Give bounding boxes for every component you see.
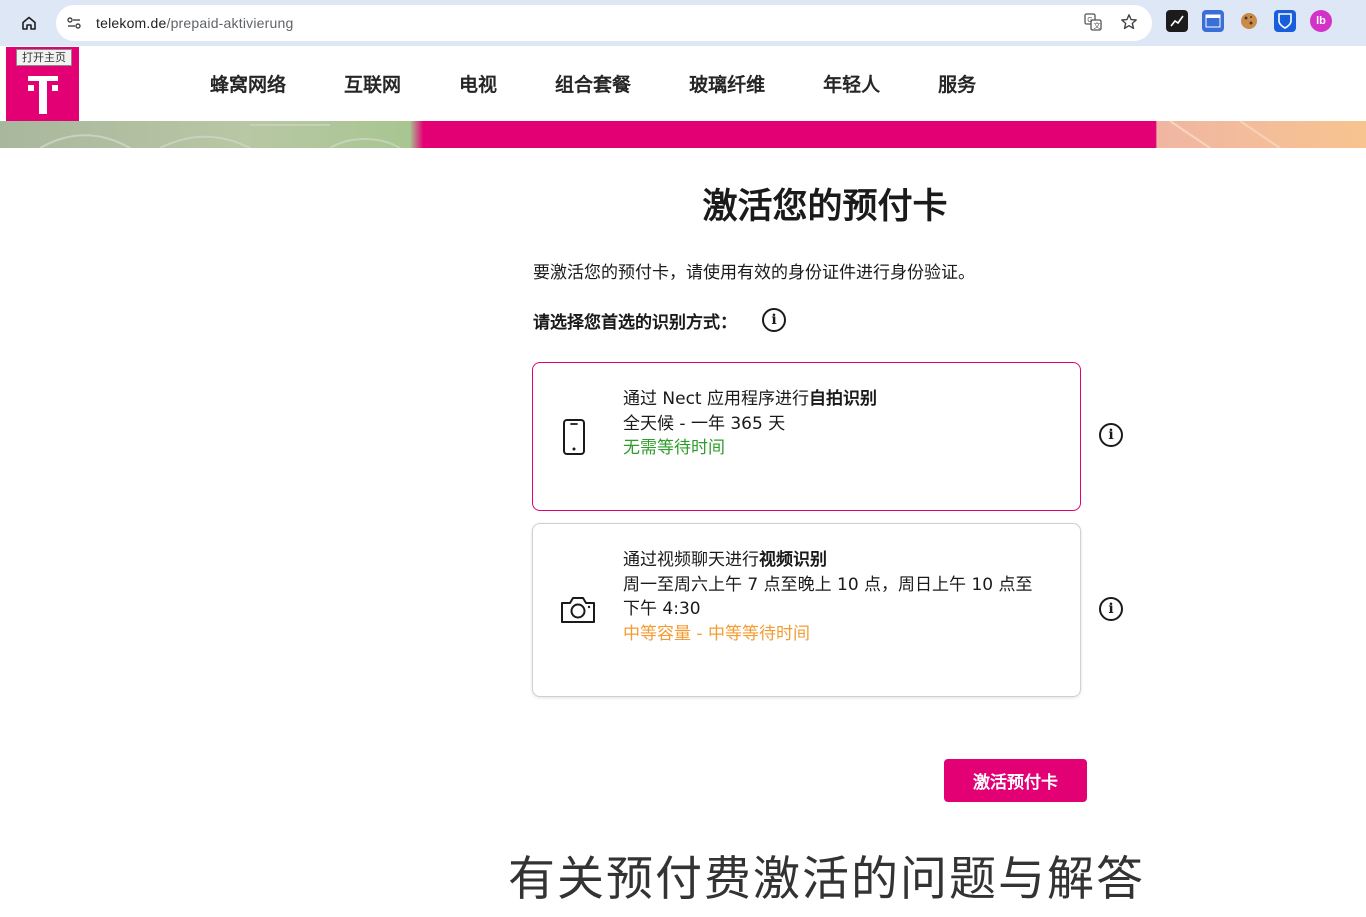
nav-internet[interactable]: 互联网 (344, 70, 401, 97)
ext-window-icon[interactable] (1202, 10, 1224, 32)
url-domain: telekom.de (96, 15, 167, 31)
svg-text:文: 文 (1094, 21, 1101, 30)
url-path: /prepaid-aktivierung (166, 15, 294, 31)
option-title-bold: 视频识别 (759, 550, 827, 570)
option-availability: 周一至周六上午 7 点至晚上 10 点，周日上午 10 点至下午 4:30 (623, 574, 1033, 620)
intro-text: 要激活您的预付卡，请使用有效的身份证件进行身份验证。 (533, 263, 975, 283)
ext-cookie-icon[interactable] (1238, 10, 1260, 32)
site-info-icon[interactable] (62, 11, 86, 35)
activate-prepaid-button[interactable]: 激活预付卡 (944, 759, 1087, 802)
option-text: 通过视频聊天进行视频识别 周一至周六上午 7 点至晚上 10 点，周日上午 10… (623, 548, 1043, 646)
banner-decoration (39, 121, 1281, 148)
smartphone-icon (563, 419, 585, 455)
ext-lb-icon[interactable]: lb (1310, 10, 1332, 32)
svg-text:G: G (1087, 17, 1092, 24)
main-nav: 蜂窝网络 互联网 电视 组合套餐 玻璃纤维 年轻人 服务 (210, 46, 1034, 121)
option-title-prefix: 通过 Nect 应用程序进行 (623, 389, 809, 409)
option-title-bold: 自拍识别 (809, 389, 877, 409)
hero-banner-stripe (0, 121, 1366, 148)
ext-chart-icon[interactable] (1166, 10, 1188, 32)
faq-heading: 有关预付费激活的问题与解答 (508, 852, 1145, 907)
logo-tooltip: 打开主页 (16, 49, 72, 66)
nav-young[interactable]: 年轻人 (823, 70, 880, 97)
telekom-t-icon (28, 76, 58, 114)
extensions-bar: lb (1166, 10, 1332, 32)
info-icon[interactable]: i (762, 308, 786, 332)
nav-mobile[interactable]: 蜂窝网络 (210, 70, 286, 97)
ext-bitwarden-icon[interactable] (1274, 10, 1296, 32)
option-info-icon[interactable]: i (1099, 423, 1123, 447)
nav-fiber[interactable]: 玻璃纤维 (689, 70, 765, 97)
nav-bundles[interactable]: 组合套餐 (555, 70, 631, 97)
address-bar[interactable]: telekom.de/prepaid-aktivierung G文 (56, 5, 1152, 41)
option-status: 中等容量 - 中等等待时间 (623, 623, 810, 644)
option-title-prefix: 通过视频聊天进行 (623, 550, 759, 570)
option-status: 无需等待时间 (623, 438, 725, 458)
translate-icon[interactable]: G文 (1082, 11, 1104, 33)
nav-service[interactable]: 服务 (938, 70, 976, 97)
option-info-icon[interactable]: i (1099, 597, 1123, 621)
home-icon[interactable] (12, 7, 46, 39)
choose-method-label: 请选择您首选的识别方式： (533, 313, 737, 333)
nav-tv[interactable]: 电视 (459, 70, 497, 97)
option-text: 通过 Nect 应用程序进行自拍识别 全天候 - 一年 365 天 无需等待时间 (623, 387, 1053, 461)
camera-icon (561, 597, 595, 623)
option-card-selfie[interactable]: 通过 Nect 应用程序进行自拍识别 全天候 - 一年 365 天 无需等待时间 (532, 362, 1081, 511)
site-header: 打开主页 蜂窝网络 互联网 电视 组合套餐 玻璃纤维 年轻人 服务 (0, 46, 1366, 121)
option-availability: 全天候 - 一年 365 天 (623, 413, 786, 434)
page-title: 激活您的预付卡 (702, 187, 948, 227)
option-card-video[interactable]: 通过视频聊天进行视频识别 周一至周六上午 7 点至晚上 10 点，周日上午 10… (532, 523, 1081, 697)
browser-toolbar: telekom.de/prepaid-aktivierung G文 lb (0, 0, 1366, 46)
bookmark-star-icon[interactable] (1118, 11, 1140, 33)
url-text[interactable]: telekom.de/prepaid-aktivierung (96, 15, 293, 31)
